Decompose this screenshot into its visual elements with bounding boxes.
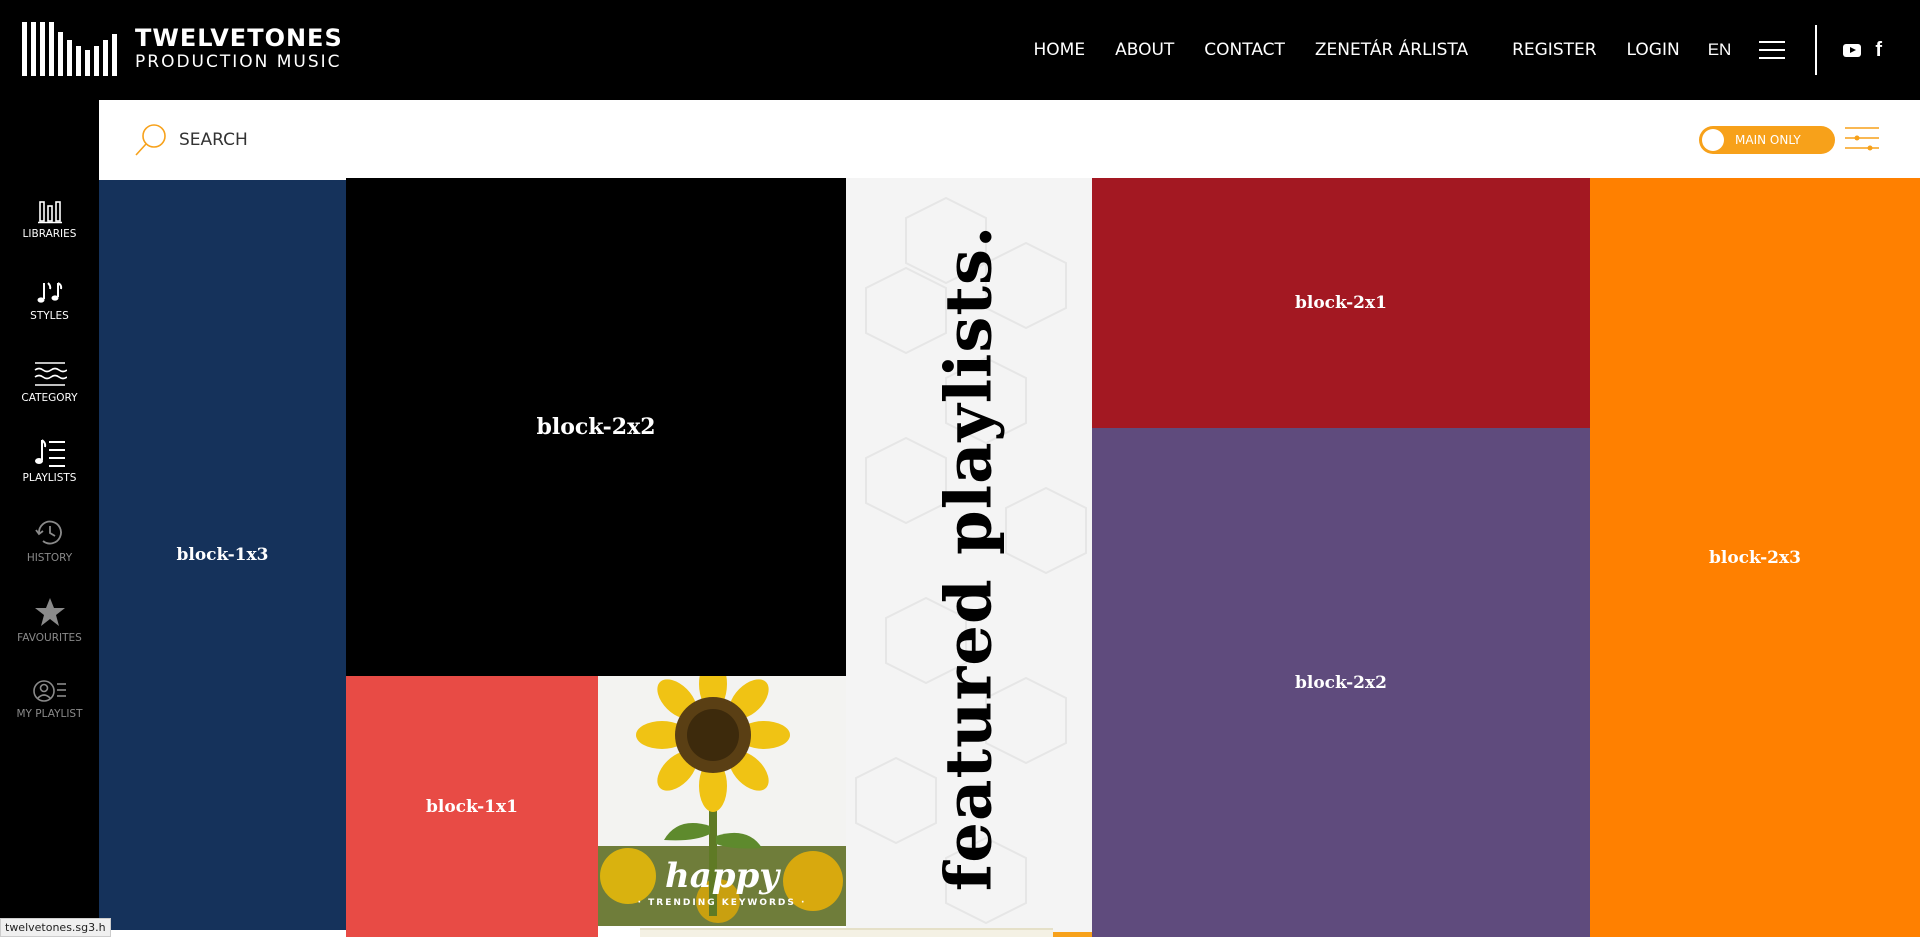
block-label: block-2x2 xyxy=(1295,672,1387,693)
block-label: block-2x1 xyxy=(1295,293,1387,313)
nav-home[interactable]: HOME xyxy=(1034,40,1086,60)
playlist-icon xyxy=(34,439,65,467)
social-links: f xyxy=(1843,39,1882,62)
sidebar-item-category[interactable]: CATEGORY xyxy=(0,360,99,404)
nav-about[interactable]: ABOUT xyxy=(1115,40,1174,60)
header-divider xyxy=(1815,25,1818,75)
sidebar-item-label: FAVOURITES xyxy=(17,632,82,644)
toggle-label: MAIN ONLY xyxy=(1735,133,1801,147)
logo-bars-icon xyxy=(22,22,117,76)
waves-icon xyxy=(34,362,67,386)
nav-contact[interactable]: CONTACT xyxy=(1204,40,1285,60)
history-icon xyxy=(34,520,62,545)
register-link[interactable]: REGISTER xyxy=(1512,40,1596,60)
status-bar-url: twelvetones.sg3.h xyxy=(0,918,111,937)
star-icon xyxy=(34,598,65,626)
nav-price-list[interactable]: ZENETÁR ÁRLISTA xyxy=(1315,40,1468,60)
sidebar-item-history[interactable]: HISTORY xyxy=(0,518,99,564)
block-black[interactable]: block-2x2 xyxy=(346,178,846,676)
trending-keywords-label: · TRENDING KEYWORDS · xyxy=(637,898,807,908)
block-navy[interactable]: block-1x3 xyxy=(99,180,346,930)
main-only-toggle[interactable]: MAIN ONLY xyxy=(1699,126,1835,154)
youtube-icon[interactable] xyxy=(1843,43,1862,57)
block-crimson[interactable]: block-2x1 xyxy=(1092,178,1590,428)
search-bar: MAIN ONLY xyxy=(99,100,1920,178)
logo-subtitle: PRODUCTION MUSIC xyxy=(135,52,342,72)
block-purple[interactable]: block-2x2 xyxy=(1092,428,1590,937)
bottom-player-strip xyxy=(640,928,1053,937)
block-label: block-2x3 xyxy=(1709,547,1801,568)
sidebar-item-label: CATEGORY xyxy=(21,392,78,404)
logo[interactable]: TWELVETONES PRODUCTION MUSIC xyxy=(22,22,343,76)
sidebar-item-playlists[interactable]: PLAYLISTS xyxy=(0,438,99,484)
sidebar-item-label: MY PLAYLIST xyxy=(16,708,83,720)
login-link[interactable]: LOGIN xyxy=(1627,40,1680,60)
libraries-icon xyxy=(37,201,62,224)
language-selector[interactable]: EN xyxy=(1708,40,1732,60)
bottom-accent-strip xyxy=(1053,932,1092,937)
sidebar-item-styles[interactable]: STYLES xyxy=(0,280,99,322)
sidebar: LIBRARIES STYLES CATEGORY PLAYLISTS HIST… xyxy=(0,100,99,937)
sidebar-item-my-playlist[interactable]: MY PLAYLIST xyxy=(0,678,99,720)
block-happy-playlist[interactable]: happy · TRENDING KEYWORDS · xyxy=(598,676,846,926)
toggle-knob xyxy=(1702,129,1724,151)
logo-title: TWELVETONES xyxy=(135,24,343,52)
top-header: TWELVETONES PRODUCTION MUSIC HOME ABOUT … xyxy=(0,0,1920,100)
block-label: block-1x1 xyxy=(426,796,518,817)
sidebar-item-label: STYLES xyxy=(30,310,69,322)
block-featured-playlists[interactable]: featured playlists. xyxy=(846,178,1092,937)
block-label: block-1x3 xyxy=(176,545,269,565)
sidebar-item-favourites[interactable]: FAVOURITES xyxy=(0,596,99,644)
happy-title: happy xyxy=(664,856,780,896)
sidebar-item-libraries[interactable]: LIBRARIES xyxy=(0,200,99,240)
filter-sliders-icon[interactable] xyxy=(1843,124,1881,154)
search-input[interactable] xyxy=(179,126,1379,154)
sidebar-item-label: PLAYLISTS xyxy=(22,472,77,484)
sidebar-item-label: LIBRARIES xyxy=(22,228,77,240)
music-notes-icon xyxy=(37,282,62,303)
block-orange[interactable]: block-2x3 xyxy=(1590,178,1920,937)
top-nav: HOME ABOUT CONTACT ZENETÁR ÁRLISTA REGIS… xyxy=(1004,0,1920,100)
facebook-icon[interactable]: f xyxy=(1875,39,1882,62)
featured-playlists-heading: featured playlists. xyxy=(931,224,1007,892)
block-coral[interactable]: block-1x1 xyxy=(346,676,598,937)
hamburger-menu-icon[interactable] xyxy=(1759,41,1786,59)
user-list-icon xyxy=(32,680,66,702)
sidebar-item-label: HISTORY xyxy=(26,552,73,564)
block-label: block-2x2 xyxy=(536,414,656,440)
search-icon[interactable] xyxy=(133,122,169,158)
